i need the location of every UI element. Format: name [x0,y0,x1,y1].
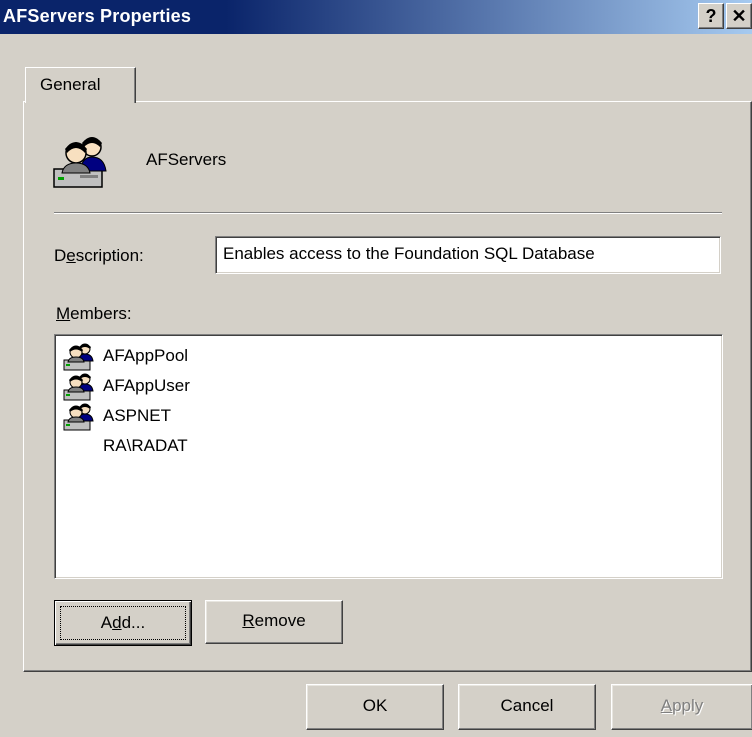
help-button[interactable]: ? [698,3,724,29]
remove-button[interactable]: Remove [205,600,343,644]
add-button[interactable]: Add... [54,600,192,646]
cancel-button[interactable]: Cancel [458,684,596,730]
separator [54,212,722,214]
list-item[interactable]: RA\RADAT [103,431,188,461]
description-field[interactable]: Enables access to the Foundation SQL Dat… [215,236,721,274]
tab-general[interactable]: General [25,67,136,103]
close-icon: ✕ [731,6,747,26]
close-button[interactable]: ✕ [726,3,752,29]
description-value: Enables access to the Foundation SQL Dat… [223,244,595,263]
members-label: Members: [56,304,132,323]
window-title: AFServers Properties [3,6,192,26]
list-item[interactable]: AFAppPool [63,341,188,371]
member-name: AFAppPool [103,346,189,365]
member-name: RA\RADAT [103,436,188,455]
group-name: AFServers [146,150,227,169]
tab-general-label: General [40,75,101,94]
member-name: AFAppUser [103,376,190,395]
description-label: Description: [54,246,144,265]
list-item[interactable]: AFAppUser [63,371,190,401]
group-users-icon [63,343,94,371]
group-users-icon [63,403,94,431]
apply-button[interactable]: Apply [611,684,752,730]
ok-button[interactable]: OK [306,684,444,730]
member-name: ASPNET [103,406,172,425]
group-icon [52,131,118,191]
group-users-icon [63,373,94,401]
help-icon: ? [705,6,717,26]
title-bar[interactable]: AFServers Properties ? ✕ [0,0,752,34]
list-item[interactable]: ASPNET [63,401,171,431]
members-list[interactable]: AFAppPool AFAppUser ASPNET RA\RADAT [54,334,723,579]
